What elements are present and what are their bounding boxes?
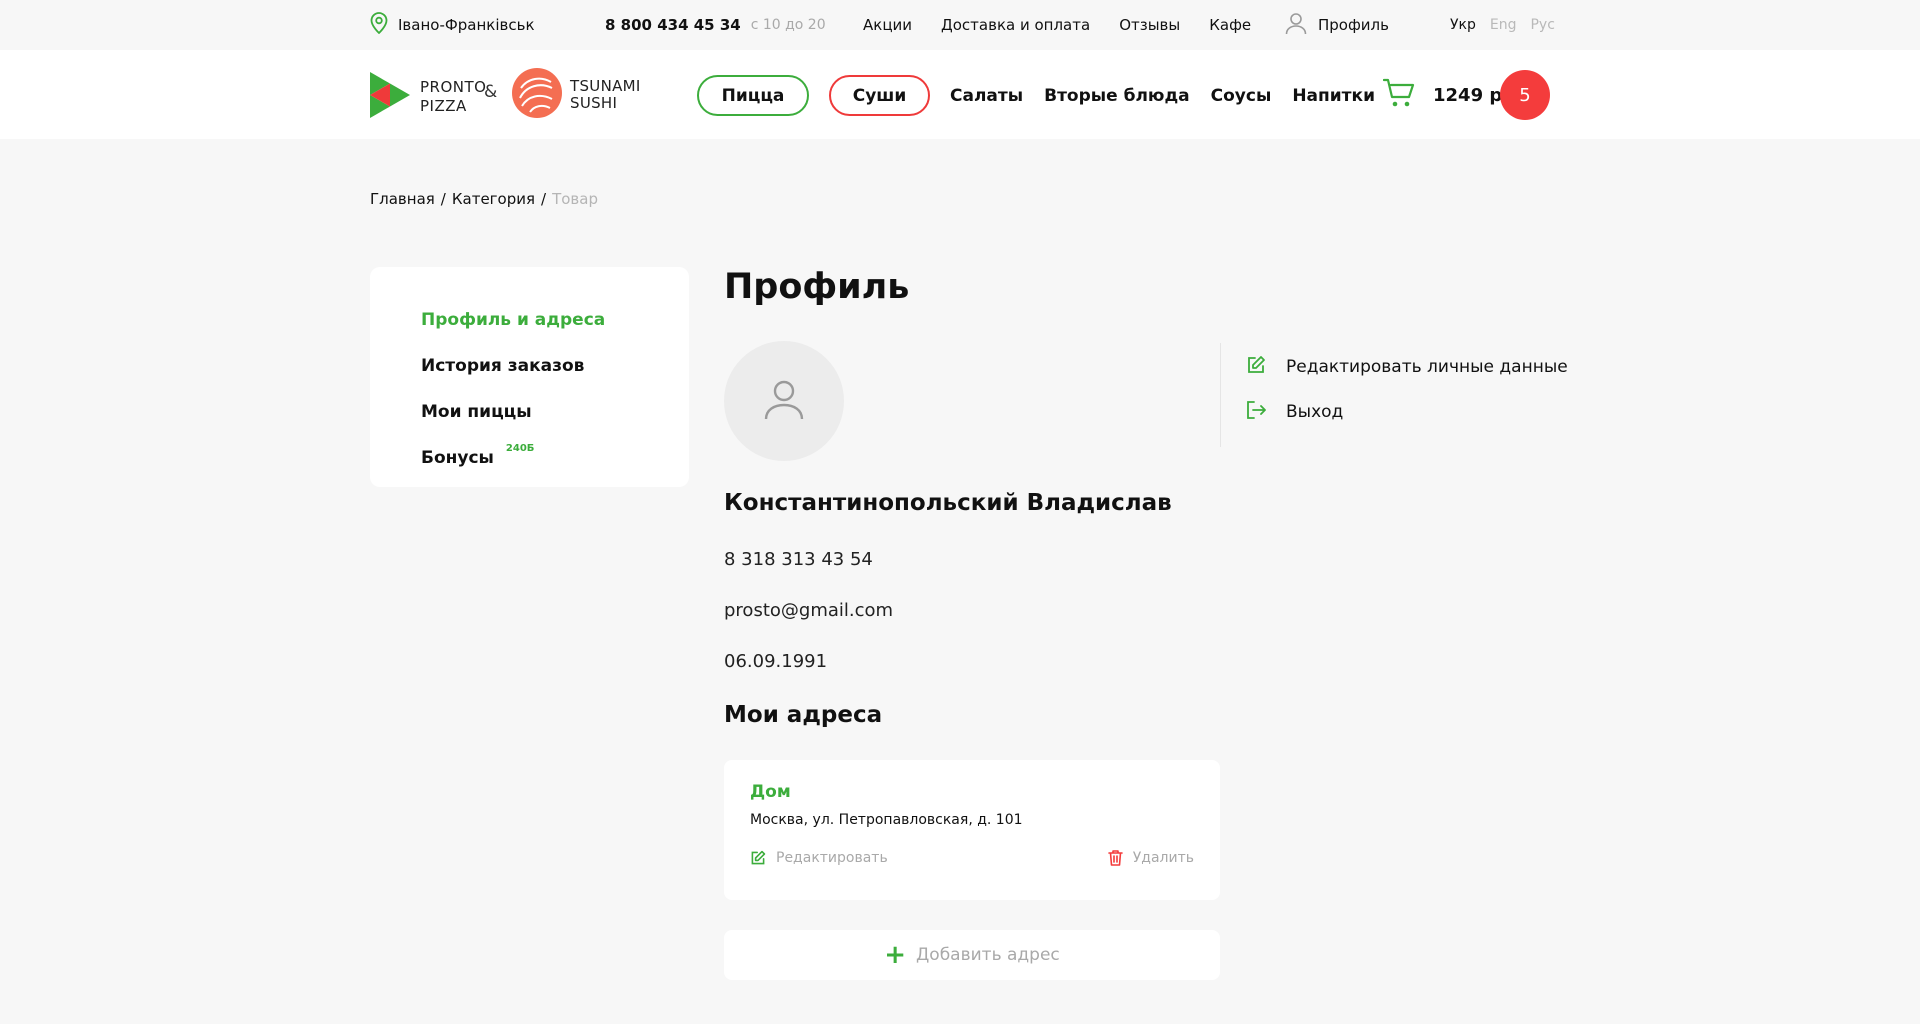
address-line: Москва, ул. Петропавловская, д. 101 — [750, 812, 1023, 828]
address-card-actions: Редактировать Удалить — [750, 850, 1194, 866]
breadcrumb-separator: / — [541, 190, 547, 208]
location-pin-icon — [370, 12, 388, 38]
avatar[interactable] — [724, 341, 844, 461]
sushi-word: SUSHI — [570, 94, 618, 112]
trash-icon — [1107, 850, 1123, 866]
cart-total: 1249 р — [1433, 85, 1503, 106]
user-icon — [1284, 11, 1308, 39]
pronto-pizza-wordmark: PRONTO PIZZA — [420, 78, 486, 116]
top-nav: Акции Доставка и оплата Отзывы Кафе — [863, 0, 1251, 50]
bonus-balance-badge: 240Б — [505, 442, 535, 454]
pizza-word: PIZZA — [420, 97, 467, 115]
lang-ukr[interactable]: Укр — [1450, 17, 1476, 33]
working-hours: с 10 до 20 — [750, 17, 826, 33]
side-menu-profile-addresses[interactable]: Профиль и адреса — [421, 297, 689, 343]
user-placeholder-icon — [762, 377, 806, 425]
profile-link[interactable]: Профиль — [1284, 0, 1389, 50]
cart-count-badge[interactable]: 5 — [1500, 70, 1550, 120]
address-edit-label: Редактировать — [776, 850, 888, 866]
edit-icon — [751, 850, 766, 865]
profile-link-label: Профиль — [1318, 16, 1389, 34]
city-name: Івано-Франківськ — [398, 16, 535, 34]
cart-button[interactable]: 1249 р — [1382, 75, 1503, 116]
side-menu-bonuses-label: Бонусы — [421, 448, 494, 468]
top-nav-delivery[interactable]: Доставка и оплата — [941, 16, 1090, 34]
tsunami-sushi-wordmark: TSUNAMI SUSHI — [570, 78, 641, 112]
phone-number[interactable]: 8 800 434 45 34 — [605, 16, 741, 34]
lang-eng[interactable]: Eng — [1490, 17, 1517, 33]
add-address-label: Добавить адрес — [916, 945, 1060, 965]
tsunami-word: TSUNAMI — [570, 77, 641, 95]
main-header: PRONTO PIZZA & TSUNAMI SUSHI Пицца Суши … — [0, 50, 1920, 139]
top-nav-cafe[interactable]: Кафе — [1209, 16, 1251, 34]
main-nav: Салаты Вторые блюда Соусы Напитки — [950, 75, 1375, 116]
language-switcher: Укр Eng Рус — [1450, 0, 1555, 50]
page-title: Профиль — [724, 267, 910, 307]
breadcrumb-separator: / — [440, 190, 446, 208]
address-delete-label: Удалить — [1132, 850, 1194, 866]
lang-rus[interactable]: Рус — [1530, 17, 1554, 33]
pronto-pizza-mark-icon — [370, 72, 412, 122]
category-pizza-button[interactable]: Пицца — [697, 75, 809, 116]
tsunami-sushi-logo[interactable]: TSUNAMI SUSHI — [512, 68, 641, 122]
contact-phone[interactable]: 8 800 434 45 34 с 10 до 20 — [605, 0, 826, 50]
logo-ampersand: & — [484, 82, 498, 102]
side-menu-my-pizzas[interactable]: Мои пиццы — [421, 389, 689, 435]
logout-icon — [1246, 400, 1266, 425]
address-name: Дом — [750, 782, 791, 802]
pronto-pizza-logo[interactable]: PRONTO PIZZA — [370, 72, 486, 122]
addresses-title: Мои адреса — [724, 702, 883, 728]
category-sushi-button[interactable]: Суши — [829, 75, 930, 116]
nav-main-dishes[interactable]: Вторые блюда — [1044, 86, 1190, 106]
add-address-button[interactable]: + Добавить адрес — [724, 930, 1220, 980]
nav-salads[interactable]: Салаты — [950, 86, 1023, 106]
profile-actions: Редактировать личные данные Выход — [1220, 343, 1568, 447]
cart-icon — [1382, 78, 1415, 113]
top-nav-reviews[interactable]: Отзывы — [1119, 16, 1180, 34]
user-email: prosto@gmail.com — [724, 600, 894, 621]
breadcrumb-current: Товар — [552, 190, 598, 208]
user-phone: 8 318 313 43 54 — [724, 549, 873, 570]
edit-personal-data-label: Редактировать личные данные — [1286, 357, 1568, 377]
pronto-word: PRONTO — [420, 78, 487, 96]
side-menu-order-history[interactable]: История заказов — [421, 343, 689, 389]
side-menu-bonuses[interactable]: Бонусы 240Б — [421, 435, 689, 481]
logout-link[interactable]: Выход — [1246, 391, 1568, 433]
salmon-icon — [512, 68, 562, 122]
top-nav-promo[interactable]: Акции — [863, 16, 912, 34]
address-card: Дом Москва, ул. Петропавловская, д. 101 … — [724, 760, 1220, 900]
logout-label: Выход — [1286, 402, 1344, 422]
edit-icon — [1246, 355, 1266, 380]
breadcrumb-home[interactable]: Главная — [370, 190, 435, 208]
account-side-menu: Профиль и адреса История заказов Мои пиц… — [370, 267, 689, 487]
nav-sauces[interactable]: Соусы — [1211, 86, 1272, 106]
top-bar: Івано-Франківськ 8 800 434 45 34 с 10 до… — [0, 0, 1920, 50]
edit-personal-data-link[interactable]: Редактировать личные данные — [1246, 346, 1568, 388]
nav-drinks[interactable]: Напитки — [1292, 86, 1375, 106]
address-edit-button[interactable]: Редактировать — [750, 850, 888, 866]
plus-icon: + — [884, 940, 907, 970]
user-full-name: Константинопольский Владислав — [724, 490, 1172, 516]
address-delete-button[interactable]: Удалить — [1107, 850, 1194, 866]
user-birthdate: 06.09.1991 — [724, 651, 828, 672]
breadcrumb: Главная / Категория / Товар — [370, 190, 598, 208]
city-selector[interactable]: Івано-Франківськ — [370, 0, 535, 50]
breadcrumb-category[interactable]: Категория — [452, 190, 535, 208]
